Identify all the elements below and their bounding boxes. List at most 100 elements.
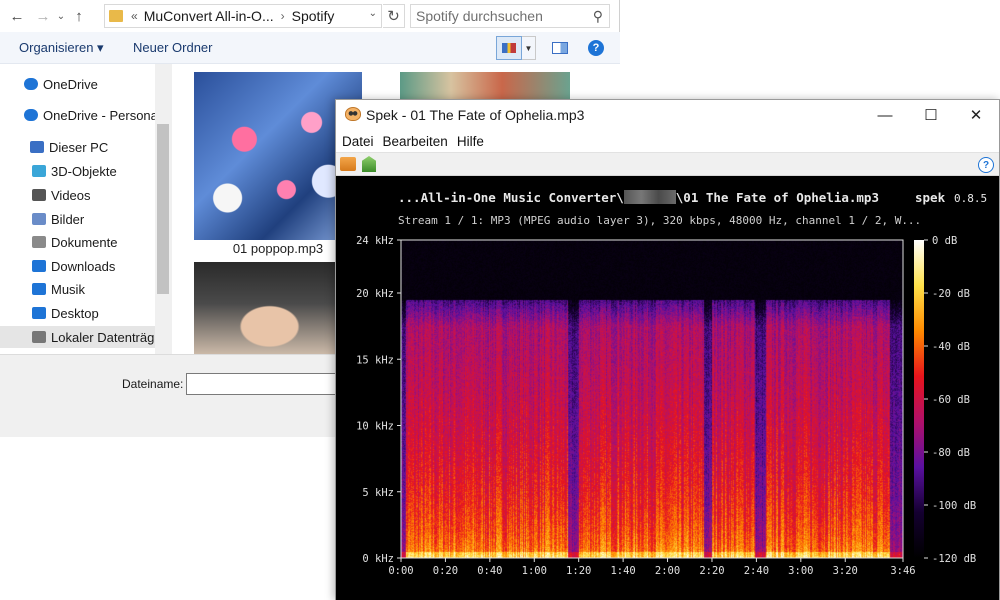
plot-frame — [400, 239, 904, 559]
x-tick-label: 2:20 — [699, 565, 724, 577]
x-tick-label: 0:20 — [433, 565, 458, 577]
spek-title-bar[interactable]: Spek - 01 The Fate of Ophelia.mp3 — ☐ ✕ — [336, 100, 999, 130]
sidebar-item-bilder[interactable]: Bilder — [0, 208, 155, 230]
forward-arrow-icon[interactable]: → — [32, 4, 54, 28]
colorbar-tick-label: -60 dB — [932, 394, 970, 406]
y-tick-label: 20 kHz — [356, 288, 394, 300]
breadcrumb-segment-muconvert[interactable]: MuConvert All-in-O... — [144, 8, 274, 24]
cube-icon — [32, 165, 46, 177]
x-tick-label: 0:00 — [388, 565, 413, 577]
sidebar-item-label: Downloads — [51, 258, 116, 274]
sidebar-item-label: Lokaler Datenträg — [51, 329, 155, 345]
y-tick-label: 5 kHz — [362, 487, 394, 499]
sidebar-item-label: Bilder — [51, 211, 85, 227]
open-file-folder-icon[interactable] — [340, 157, 356, 171]
command-toolbar: Organisieren ▾ Neuer Ordner ▼ ? — [0, 32, 620, 64]
filename-label: Dateiname: — [122, 377, 184, 391]
sidebar-item-label: OneDrive — [43, 76, 98, 92]
filename-field[interactable] — [186, 373, 346, 395]
sidebar-item-onedrive[interactable]: OneDrive — [0, 73, 155, 95]
menu-bearbeiten[interactable]: Bearbeiten — [383, 134, 448, 149]
recent-locations-chevron-icon[interactable]: ⌄ — [54, 4, 68, 28]
close-icon[interactable]: ✕ — [953, 100, 999, 130]
change-view-button[interactable] — [496, 36, 522, 60]
document-icon — [32, 236, 46, 248]
sidebar-item-label: Dokumente — [51, 234, 118, 250]
refresh-icon[interactable]: ↻ — [383, 4, 405, 28]
film-icon — [32, 189, 46, 201]
organize-button[interactable]: Organisieren ▾ — [19, 40, 104, 56]
sidebar-item-lokaler-datentr-g[interactable]: Lokaler Datenträg — [0, 326, 155, 348]
x-tick-label: 3:00 — [788, 565, 813, 577]
view-thumbnails-icon — [502, 43, 516, 53]
sidebar-item-downloads[interactable]: Downloads — [0, 255, 155, 277]
x-tick-label: 2:00 — [655, 565, 680, 577]
colorbar-tick-label: -80 dB — [932, 447, 970, 459]
x-tick-label: 3:46 — [890, 565, 915, 577]
save-image-icon[interactable] — [362, 156, 376, 172]
cloud-icon — [24, 78, 38, 90]
help-icon[interactable]: ? — [588, 40, 604, 56]
menu-bar: Datei Bearbeiten Hilfe — [336, 130, 999, 152]
y-tick-label: 15 kHz — [356, 354, 394, 366]
address-dropdown-chevron-icon[interactable]: ⌄ — [369, 8, 377, 19]
up-arrow-icon[interactable]: ↑ — [68, 4, 90, 28]
colorbar-tick-label: -120 dB — [932, 553, 976, 565]
menu-hilfe[interactable]: Hilfe — [457, 134, 484, 149]
back-arrow-icon[interactable]: ← — [6, 4, 28, 28]
navigation-scrollbar[interactable] — [155, 64, 172, 354]
sidebar-item-label: Dieser PC — [49, 139, 109, 155]
x-tick-label: 0:40 — [477, 565, 502, 577]
sidebar-item-label: Videos — [51, 187, 91, 203]
spek-app-icon — [345, 107, 361, 121]
breadcrumb-segment-spotify[interactable]: Spotify — [292, 8, 335, 24]
sidebar-item-desktop[interactable]: Desktop — [0, 302, 155, 324]
cloud-icon — [24, 109, 38, 121]
sidebar-item-videos[interactable]: Videos — [0, 184, 155, 206]
maximize-icon[interactable]: ☐ — [908, 100, 954, 130]
breadcrumb-overflow[interactable]: « — [131, 9, 138, 23]
drive-icon — [32, 331, 46, 343]
menu-datei[interactable]: Datei — [342, 134, 374, 149]
x-tick-label: 1:20 — [566, 565, 591, 577]
colorbar-tick-label: -20 dB — [932, 288, 970, 300]
minimize-icon[interactable]: — — [862, 100, 908, 130]
sidebar-item-onedrive-persona[interactable]: OneDrive - Persona — [0, 104, 155, 126]
sidebar-item-3d-objekte[interactable]: 3D-Objekte — [0, 160, 155, 182]
x-tick-label: 3:20 — [833, 565, 858, 577]
breadcrumb-separator: › — [280, 9, 285, 23]
sidebar-item-label: OneDrive - Persona — [43, 107, 155, 123]
colorbar — [914, 240, 924, 558]
sidebar-item-musik[interactable]: Musik — [0, 278, 155, 300]
spek-window: Spek - 01 The Fate of Ophelia.mp3 — ☐ ✕ … — [335, 99, 1000, 600]
address-field[interactable]: « MuConvert All-in-O... › Spotify ⌄ — [104, 4, 382, 28]
new-folder-button[interactable]: Neuer Ordner — [133, 40, 212, 55]
folder-icon — [109, 10, 123, 22]
search-placeholder: Spotify durchsuchen — [416, 8, 543, 24]
spectrogram-axes: 0:00 0:20 0:40 1:00 1:20 1:40 2:00 2:20 2:40 3:00… — [356, 235, 976, 577]
desktop-icon — [32, 307, 46, 319]
music-note-icon — [32, 283, 46, 295]
sidebar-item-label: 3D-Objekte — [51, 163, 117, 179]
scrollbar-thumb[interactable] — [157, 124, 169, 294]
sidebar-item-label: Musik — [51, 281, 85, 297]
navigation-pane: OneDrive OneDrive - Persona Dieser PC 3D-Ob… — [0, 64, 172, 354]
album-art-thumbnail[interactable] — [400, 72, 570, 102]
sidebar-item-dokumente[interactable]: Dokumente — [0, 231, 155, 253]
download-arrow-icon — [32, 260, 46, 272]
preview-pane-icon[interactable] — [552, 42, 568, 54]
y-tick-label: 24 kHz — [356, 235, 394, 247]
about-help-icon[interactable]: ? — [978, 157, 994, 173]
window-title: Spek - 01 The Fate of Ophelia.mp3 — [366, 107, 585, 123]
x-tick-label: 1:40 — [610, 565, 635, 577]
spek-toolbar: ? — [336, 152, 999, 176]
computer-icon — [30, 141, 44, 153]
sidebar-item-dieser-pc[interactable]: Dieser PC — [0, 136, 155, 158]
picture-icon — [32, 213, 46, 225]
search-input[interactable]: Spotify durchsuchen ⚲ — [410, 4, 610, 28]
view-options-dropdown-icon[interactable]: ▼ — [522, 36, 536, 60]
x-tick-label: 2:40 — [744, 565, 769, 577]
colorbar-tick-label: -100 dB — [932, 500, 976, 512]
search-icon: ⚲ — [592, 8, 603, 24]
colorbar-tick-label: 0 dB — [932, 235, 957, 247]
